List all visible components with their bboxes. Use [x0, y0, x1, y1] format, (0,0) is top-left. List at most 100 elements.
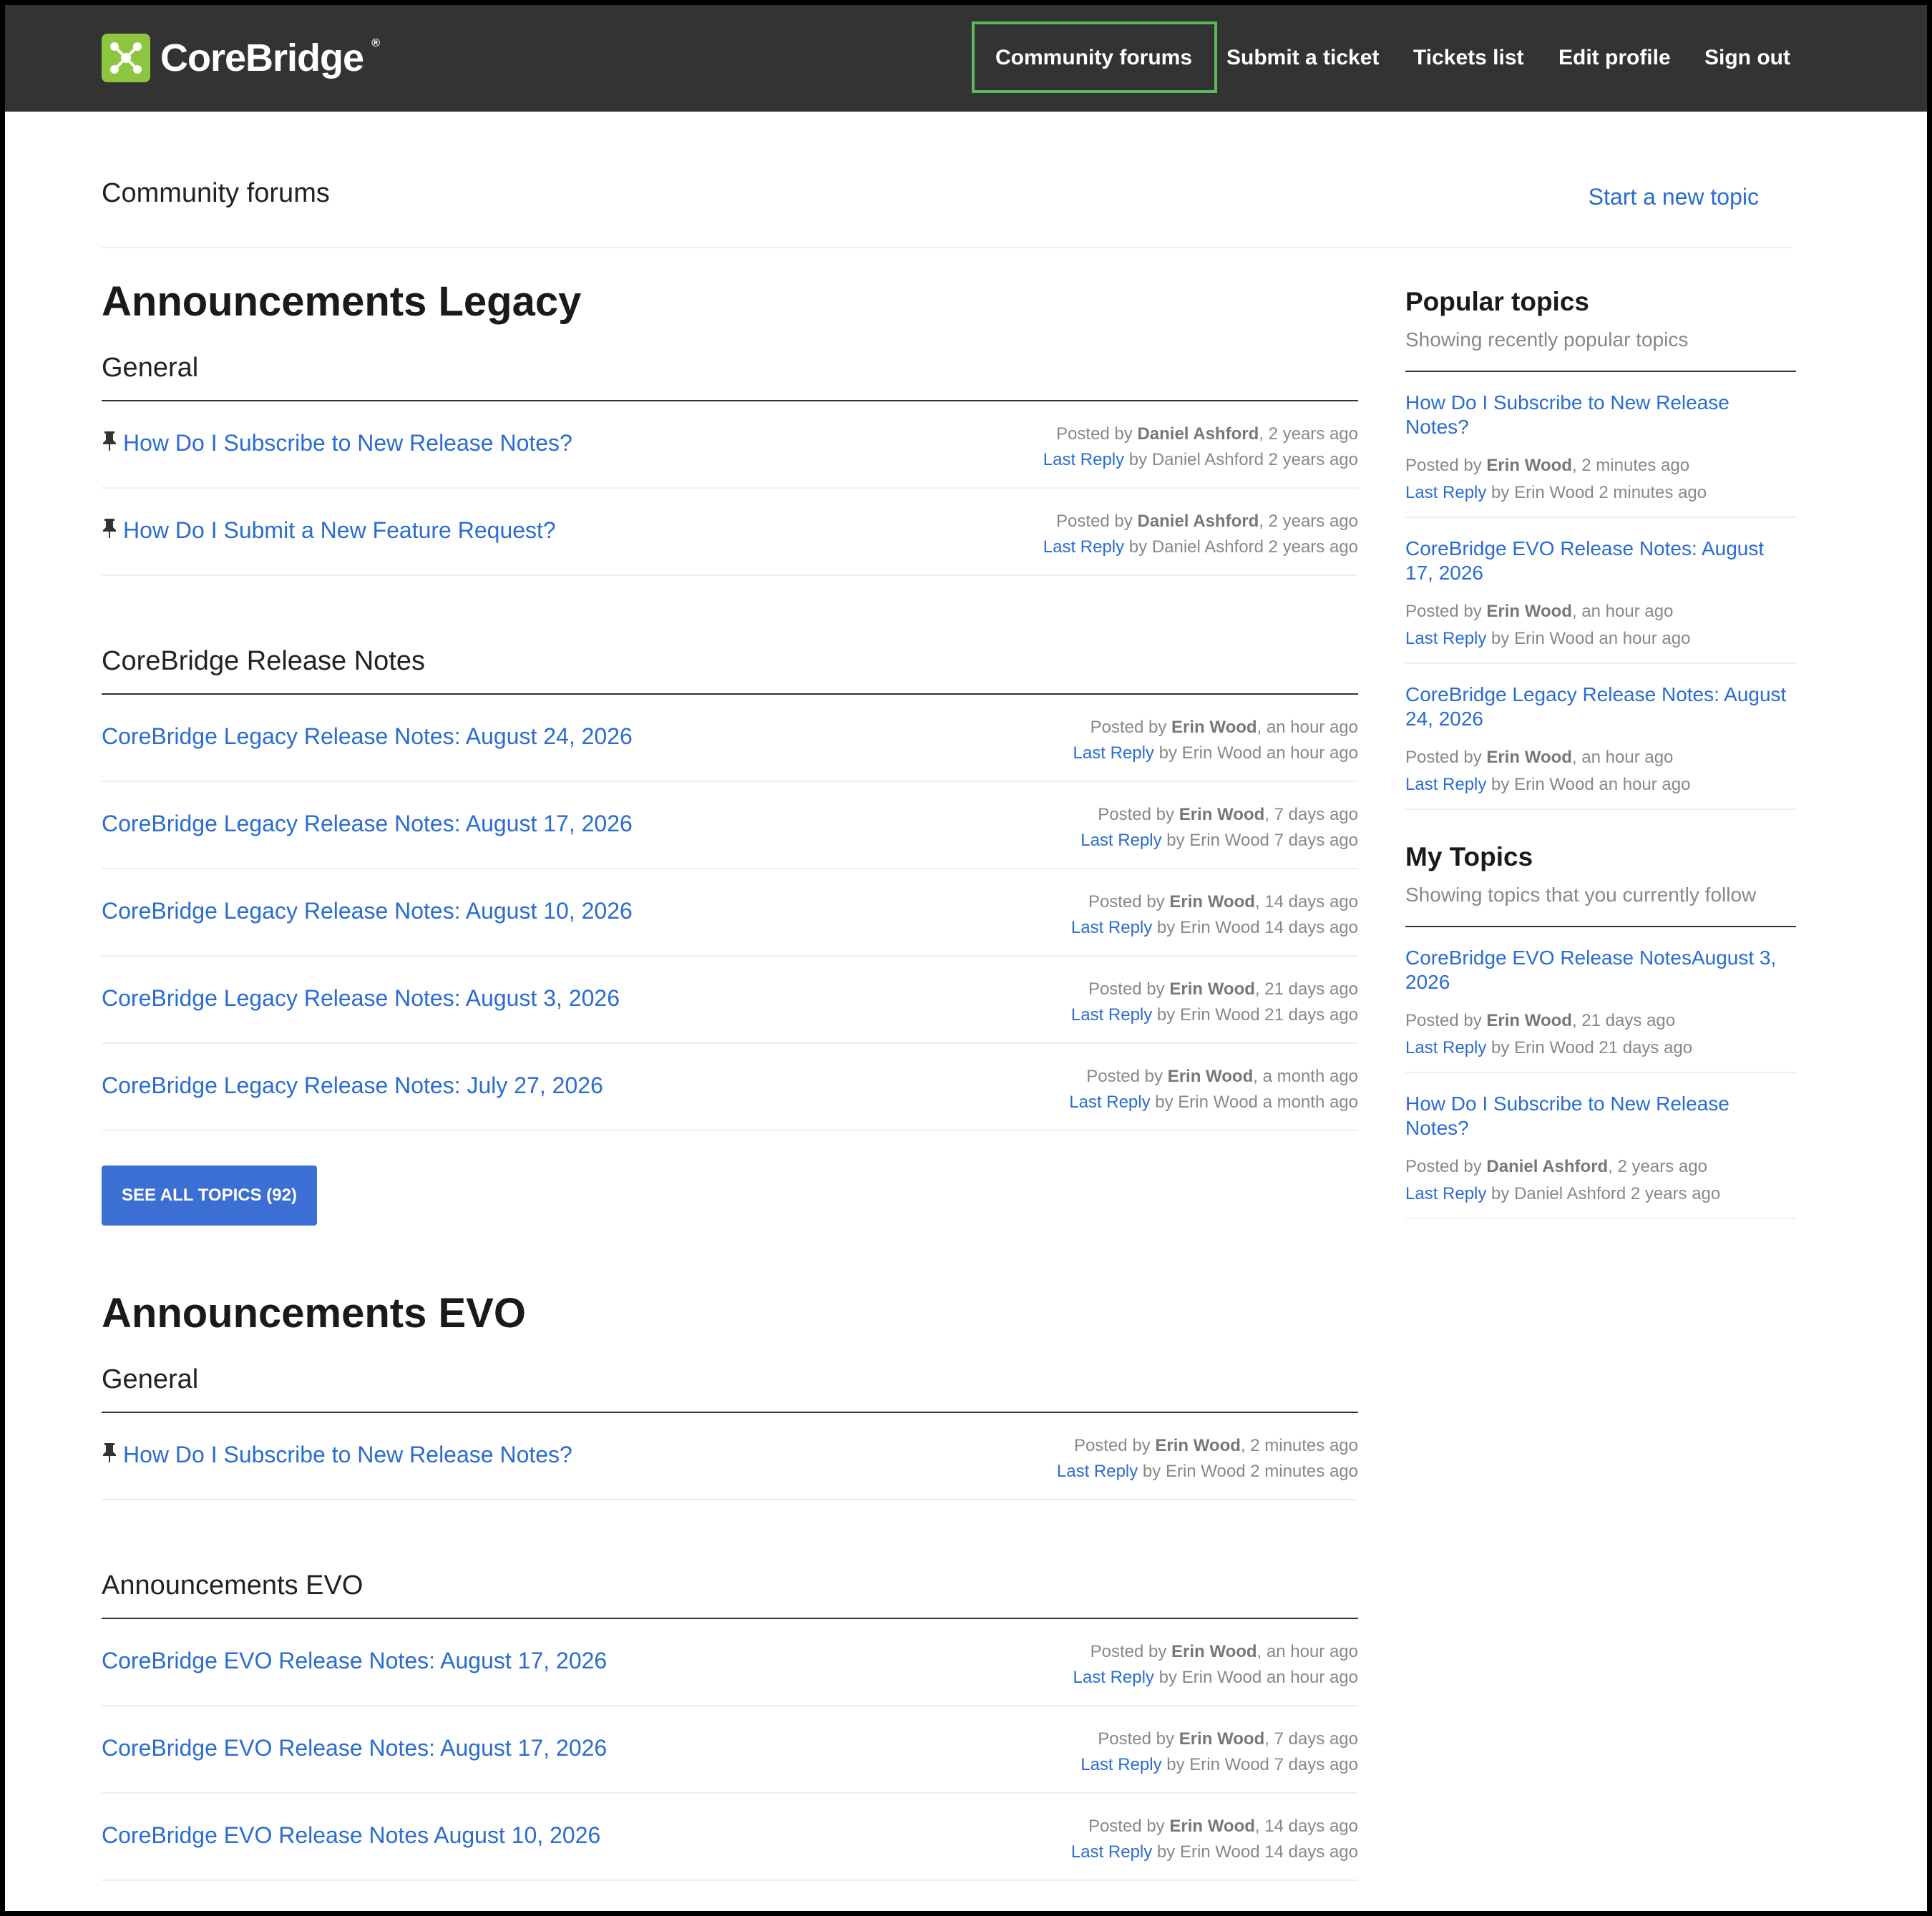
top-navbar: CoreBridge ® Community forums Submit a ti…: [5, 5, 1927, 112]
topic-meta: Posted by Daniel Ashford, 2 years ago La…: [1043, 424, 1358, 469]
last-reply-link[interactable]: Last Reply: [1057, 1462, 1138, 1481]
last-reply-link[interactable]: Last Reply: [1071, 1842, 1152, 1862]
author-name: Erin Wood: [1179, 805, 1265, 824]
forum-title[interactable]: General: [102, 1363, 1358, 1413]
corebridge-logo-icon: [102, 34, 150, 82]
topic-link[interactable]: How Do I Subscribe to New Release Notes?: [102, 430, 572, 456]
nav-submit-ticket[interactable]: Submit a ticket: [1226, 45, 1379, 71]
topic-row: CoreBridge Legacy Release Notes: August …: [102, 695, 1358, 782]
topic-link[interactable]: CoreBridge Legacy Release Notes: August …: [102, 898, 633, 924]
author-name: Erin Wood: [1486, 456, 1572, 475]
sidebar-section-title: My Topics: [1405, 842, 1533, 871]
last-reply-link[interactable]: Last Reply: [1405, 629, 1486, 648]
author-name: Erin Wood: [1167, 1067, 1254, 1086]
sidebar-topic-item: CoreBridge EVO Release Notes: August 17,…: [1405, 518, 1796, 664]
last-reply-link[interactable]: Last Reply: [1043, 450, 1124, 469]
last-reply-link[interactable]: Last Reply: [1080, 1755, 1161, 1774]
author-name: Erin Wood: [1486, 748, 1572, 767]
last-reply-link[interactable]: Last Reply: [1073, 743, 1154, 763]
author-name: Daniel Ashford: [1486, 1157, 1609, 1176]
topic-meta: Posted by Erin Wood, 21 days ago Last Re…: [1070, 979, 1358, 1025]
pushpin-icon: [102, 430, 123, 456]
topic-meta: Posted by Daniel Ashford, 2 years ago La…: [1043, 512, 1358, 557]
topic-meta: Posted by Erin Wood, an hour ago Last Re…: [1073, 718, 1358, 763]
nav-edit-profile[interactable]: Edit profile: [1558, 45, 1671, 71]
topic-link[interactable]: CoreBridge EVO Release Notes August 10, …: [102, 1822, 600, 1849]
category-title[interactable]: Announcements EVO: [102, 1289, 1358, 1339]
author-name: Erin Wood: [1486, 602, 1572, 621]
sidebar-section-subtitle: Showing topics that you currently follow: [1405, 883, 1796, 927]
topic-row: How Do I Subscribe to New Release Notes?…: [102, 1413, 1358, 1500]
forum-section: General How Do I Subscribe to New Releas…: [102, 351, 1358, 576]
topic-link[interactable]: How Do I Submit a New Feature Request?: [102, 517, 556, 544]
topic-link[interactable]: CoreBridge Legacy Release Notes: August …: [102, 985, 620, 1012]
sidebar-topic-meta: Posted by Erin Wood, 21 days ago Last Re…: [1405, 1011, 1693, 1057]
sidebar-topic-link[interactable]: CoreBridge EVO Release NotesAugust 3, 20…: [1405, 946, 1796, 994]
forum-title[interactable]: CoreBridge Release Notes: [102, 645, 1358, 695]
my-topics-section: My Topics Showing topics that you curren…: [1405, 841, 1796, 1219]
sidebar-topic-item: CoreBridge Legacy Release Notes: August …: [1405, 664, 1796, 810]
last-reply-link[interactable]: Last Reply: [1073, 1668, 1154, 1687]
sidebar-topic-link[interactable]: CoreBridge Legacy Release Notes: August …: [1405, 683, 1796, 731]
sidebar-topic-link[interactable]: How Do I Subscribe to New Release Notes?: [1405, 1092, 1796, 1140]
forum-title[interactable]: General: [102, 351, 1358, 401]
author-name: Erin Wood: [1169, 892, 1255, 911]
last-reply-link[interactable]: Last Reply: [1405, 1038, 1486, 1057]
topic-row: CoreBridge Legacy Release Notes: July 27…: [102, 1044, 1358, 1131]
author-name: Erin Wood: [1179, 1729, 1265, 1749]
last-reply-link[interactable]: Last Reply: [1080, 831, 1161, 850]
topic-meta: Posted by Erin Wood, 14 days ago Last Re…: [1070, 892, 1358, 937]
topic-row: CoreBridge Legacy Release Notes: August …: [102, 957, 1358, 1044]
topic-link[interactable]: CoreBridge Legacy Release Notes: August …: [102, 811, 633, 837]
logo-registered-mark: ®: [371, 37, 380, 49]
topic-row: How Do I Submit a New Feature Request? P…: [102, 489, 1358, 576]
topic-row: CoreBridge Legacy Release Notes: August …: [102, 782, 1358, 869]
last-reply-link[interactable]: Last Reply: [1071, 1005, 1152, 1025]
forum-title[interactable]: Announcements EVO: [102, 1569, 1358, 1619]
sidebar-topic-meta: Posted by Erin Wood, an hour ago Last Re…: [1405, 748, 1691, 794]
logo[interactable]: CoreBridge ®: [102, 33, 380, 83]
sidebar-topic-link[interactable]: How Do I Subscribe to New Release Notes?: [1405, 391, 1796, 439]
see-all-topics-button[interactable]: SEE ALL TOPICS (92): [102, 1165, 317, 1226]
nav-sign-out[interactable]: Sign out: [1704, 45, 1790, 71]
author-name: Erin Wood: [1155, 1436, 1241, 1455]
topic-meta: Posted by Erin Wood, 14 days ago Last Re…: [1070, 1817, 1358, 1862]
author-name: Daniel Ashford: [1137, 424, 1259, 444]
logo-text: CoreBridge ®: [160, 36, 380, 79]
topic-link[interactable]: CoreBridge EVO Release Notes: August 17,…: [102, 1648, 607, 1674]
topic-link[interactable]: How Do I Subscribe to New Release Notes?: [102, 1442, 572, 1468]
topic-link[interactable]: CoreBridge EVO Release Notes: August 17,…: [102, 1735, 607, 1761]
topic-meta: Posted by Erin Wood, a month ago Last Re…: [1069, 1067, 1358, 1112]
topic-link[interactable]: CoreBridge Legacy Release Notes: August …: [102, 723, 633, 750]
sidebar-topic-meta: Posted by Erin Wood, an hour ago Last Re…: [1405, 602, 1691, 648]
topic-row: CoreBridge EVO Release Notes: August 17,…: [102, 1619, 1358, 1706]
author-name: Erin Wood: [1169, 979, 1255, 999]
topic-link[interactable]: CoreBridge Legacy Release Notes: July 27…: [102, 1072, 603, 1099]
topic-meta: Posted by Erin Wood, an hour ago Last Re…: [1073, 1642, 1358, 1687]
forum-section: Announcements EVO CoreBridge EVO Release…: [102, 1569, 1358, 1881]
last-reply-link[interactable]: Last Reply: [1405, 775, 1486, 794]
author-name: Erin Wood: [1171, 1642, 1257, 1661]
topic-meta: Posted by Erin Wood, 2 minutes ago Last …: [1056, 1436, 1358, 1481]
last-reply-link[interactable]: Last Reply: [1043, 537, 1124, 557]
start-new-topic-link[interactable]: Start a new topic: [1589, 184, 1759, 210]
sidebar: Popular topics Showing recently popular …: [1405, 286, 1796, 1219]
last-reply-link[interactable]: Last Reply: [1405, 483, 1486, 502]
category-title[interactable]: Announcements Legacy: [102, 277, 1358, 327]
nav-tickets-list[interactable]: Tickets list: [1413, 45, 1524, 71]
topic-row: CoreBridge EVO Release Notes: August 17,…: [102, 1706, 1358, 1794]
sidebar-topic-link[interactable]: CoreBridge EVO Release Notes: August 17,…: [1405, 537, 1796, 585]
last-reply-link[interactable]: Last Reply: [1405, 1184, 1486, 1203]
forum-section: CoreBridge Release Notes CoreBridge Lega…: [102, 645, 1358, 1226]
author-name: Erin Wood: [1171, 718, 1257, 737]
topic-meta: Posted by Erin Wood, 7 days ago Last Rep…: [1080, 805, 1358, 850]
sidebar-topic-item: How Do I Subscribe to New Release Notes?…: [1405, 372, 1796, 518]
last-reply-link[interactable]: Last Reply: [1069, 1093, 1150, 1112]
popular-topics-section: Popular topics Showing recently popular …: [1405, 286, 1796, 810]
pushpin-icon: [102, 1442, 123, 1468]
sidebar-section-subtitle: Showing recently popular topics: [1405, 328, 1796, 372]
topic-row: CoreBridge EVO Release Notes August 10, …: [102, 1794, 1358, 1881]
forum-categories: Announcements Legacy General How Do I Su…: [102, 277, 1358, 1881]
nav-community-forums[interactable]: Community forums: [995, 45, 1192, 71]
last-reply-link[interactable]: Last Reply: [1071, 918, 1152, 937]
